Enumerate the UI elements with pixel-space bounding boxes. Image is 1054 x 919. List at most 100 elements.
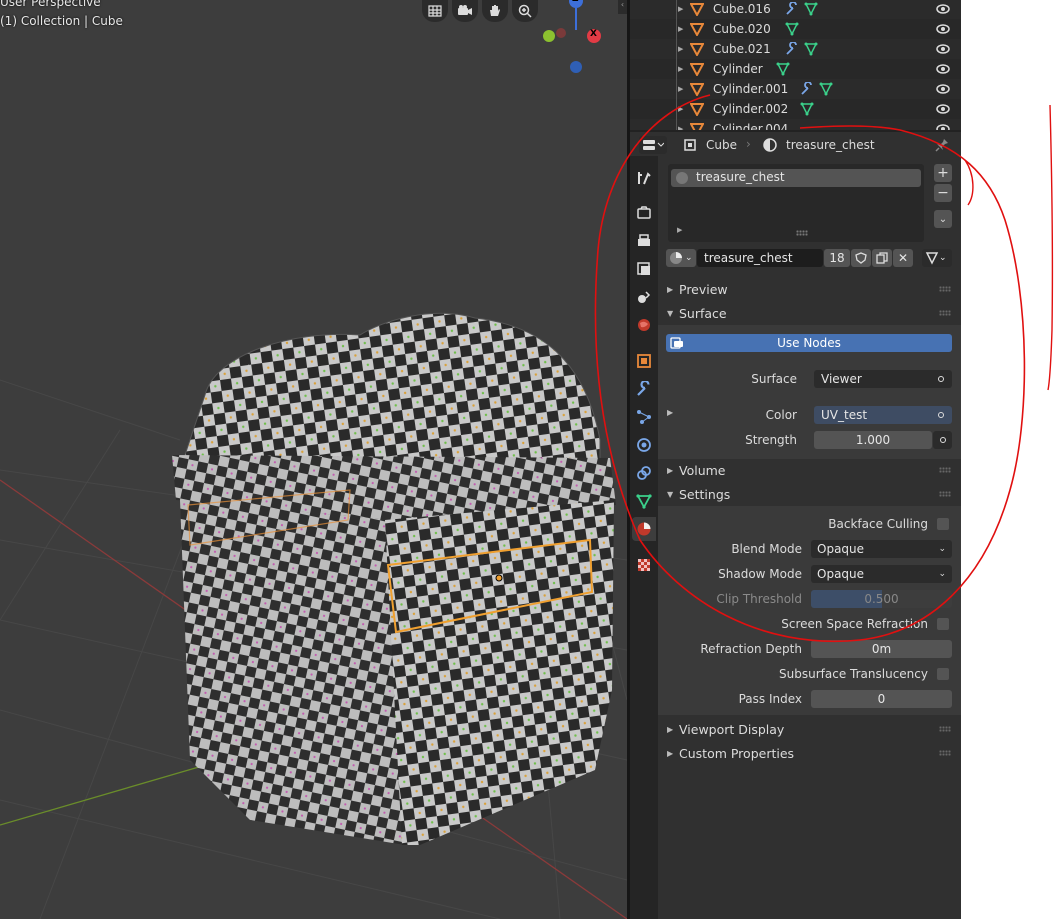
mesh-data-icon[interactable]	[800, 102, 814, 116]
wrench-modifier-icon[interactable]	[785, 42, 799, 56]
gizmo-x-axis[interactable]: X	[587, 29, 601, 43]
outliner-row[interactable]: ▶ Cylinder	[630, 59, 961, 79]
visibility-eye-icon[interactable]	[936, 62, 950, 76]
remove-slot-button[interactable]: −	[934, 184, 952, 202]
panel-drag-grip[interactable]	[939, 286, 951, 292]
panel-title: Surface	[679, 305, 727, 321]
material-name-field[interactable]: treasure_chest	[697, 249, 823, 267]
mesh-data-icon[interactable]	[804, 2, 818, 16]
gizmo-y-axis[interactable]	[543, 30, 555, 42]
tab-output[interactable]	[632, 229, 656, 253]
mesh-data-icon[interactable]	[776, 62, 790, 76]
surface-shader-selector[interactable]: Viewer	[814, 370, 952, 388]
tab-texture[interactable]	[632, 553, 656, 577]
tab-view-layer[interactable]	[632, 257, 656, 281]
outliner-row[interactable]: ▶ Cylinder.001	[630, 79, 961, 99]
3d-viewport[interactable]: User Perspective (1) Collection | Cube Z…	[0, 0, 627, 919]
outliner[interactable]: ▶ Cube.016 ▶ Cube.020 ▶ Cube.021 ▶ Cylin…	[630, 0, 961, 130]
link-mode-button[interactable]: ⌄	[922, 249, 952, 267]
duplicate-material-button[interactable]	[872, 249, 892, 267]
mesh-data-icon[interactable]	[804, 42, 818, 56]
wrench-modifier-icon[interactable]	[785, 2, 799, 16]
backface-culling-checkbox[interactable]	[937, 518, 949, 530]
panel-volume[interactable]: ▶ Volume	[658, 458, 961, 482]
socket-dot-icon	[939, 437, 946, 443]
slot-specials-button[interactable]: ⌄	[934, 210, 952, 228]
tab-constraints[interactable]	[632, 461, 656, 485]
panel-preview[interactable]: ▶ Preview	[658, 277, 961, 301]
panel-drag-grip[interactable]	[939, 491, 951, 497]
fake-user-button[interactable]	[851, 249, 871, 267]
color-expand-arrow[interactable]: ▶	[667, 408, 673, 417]
mesh-data-icon	[636, 494, 652, 509]
outliner-row[interactable]: ▶ Cylinder.004	[630, 119, 961, 130]
outliner-item-name: Cylinder.001	[713, 82, 789, 96]
ssr-checkbox[interactable]	[937, 618, 949, 630]
material-slot-list[interactable]: treasure_chest ▶	[668, 164, 924, 242]
tab-object[interactable]	[632, 349, 656, 373]
tab-world[interactable]	[632, 313, 656, 337]
surface-shader-label: Surface	[751, 372, 797, 386]
color-input-selector[interactable]: UV_test	[814, 406, 952, 424]
shadow-mode-dropdown[interactable]: Opaque ⌄	[811, 565, 952, 583]
outliner-item-name: Cube.021	[713, 42, 771, 56]
panel-drag-grip[interactable]	[939, 750, 951, 756]
pin-icon[interactable]	[935, 138, 949, 152]
tab-particles[interactable]	[632, 405, 656, 429]
panel-settings[interactable]: ▼ Settings	[658, 482, 961, 506]
subsurface-translucency-checkbox[interactable]	[937, 668, 949, 680]
strength-socket-button[interactable]	[933, 431, 952, 449]
outliner-row[interactable]: ▶ Cube.016	[630, 0, 961, 19]
strength-field[interactable]: 1.000	[814, 431, 932, 449]
panel-viewport-display[interactable]: ▶ Viewport Display	[658, 717, 961, 741]
gizmo-neg-x-axis[interactable]	[556, 28, 566, 38]
tab-modifiers[interactable]	[632, 377, 656, 401]
wrench-modifier-icon[interactable]	[800, 82, 814, 96]
pass-index-field[interactable]: 0	[811, 690, 952, 708]
material-users-count[interactable]: 18	[824, 249, 850, 267]
camera-icon[interactable]	[452, 0, 478, 22]
outliner-row[interactable]: ▶ Cylinder.002	[630, 99, 961, 119]
tab-scene[interactable]	[632, 285, 656, 309]
visibility-eye-icon[interactable]	[936, 2, 950, 16]
grid-view-icon[interactable]	[422, 0, 448, 22]
panel-drag-grip[interactable]	[939, 726, 951, 732]
blend-mode-dropdown[interactable]: Opaque ⌄	[811, 540, 952, 558]
use-nodes-button[interactable]: Use Nodes	[666, 334, 952, 352]
sidebar-toggle[interactable]: ‹	[618, 0, 627, 14]
add-slot-button[interactable]: +	[934, 164, 952, 182]
list-expand-arrow[interactable]: ▶	[677, 226, 682, 234]
tab-render[interactable]	[632, 201, 656, 225]
tab-tool[interactable]	[632, 166, 656, 190]
refraction-depth-field[interactable]: 0m	[811, 640, 952, 658]
hand-pan-icon[interactable]	[482, 0, 508, 22]
tab-physics[interactable]	[632, 433, 656, 457]
outliner-row[interactable]: ▶ Cube.020	[630, 19, 961, 39]
zoom-icon[interactable]	[512, 0, 538, 22]
outliner-row[interactable]: ▶ Cube.021	[630, 39, 961, 59]
tab-material[interactable]	[632, 517, 656, 541]
material-slot-item[interactable]: treasure_chest	[671, 169, 921, 187]
panel-surface[interactable]: ▼ Surface	[658, 301, 961, 325]
subsurface-translucency-label: Subsurface Translucency	[779, 667, 928, 681]
panel-drag-grip[interactable]	[939, 467, 951, 473]
unlink-material-button[interactable]: ✕	[893, 249, 913, 267]
mesh-data-icon[interactable]	[819, 82, 833, 96]
material-browse-button[interactable]: ⌄	[666, 249, 696, 267]
backface-culling-label: Backface Culling	[828, 517, 928, 531]
visibility-eye-icon[interactable]	[936, 42, 950, 56]
visibility-eye-icon[interactable]	[936, 102, 950, 116]
gizmo-neg-z-axis[interactable]	[570, 61, 582, 73]
editor-type-button[interactable]	[639, 136, 667, 154]
properties-editor[interactable]: Cube › treasure_chest treasure_chest ▶ +…	[630, 130, 961, 919]
properties-header: Cube › treasure_chest	[630, 130, 961, 156]
tab-mesh-data[interactable]	[632, 489, 656, 513]
list-resize-grip[interactable]	[796, 230, 808, 236]
clip-threshold-slider[interactable]: 0.500	[811, 590, 952, 608]
visibility-eye-icon[interactable]	[936, 22, 950, 36]
visibility-eye-icon[interactable]	[936, 122, 950, 130]
visibility-eye-icon[interactable]	[936, 82, 950, 96]
mesh-data-icon[interactable]	[785, 22, 799, 36]
panel-custom-properties[interactable]: ▶ Custom Properties	[658, 741, 961, 765]
panel-drag-grip[interactable]	[939, 310, 951, 316]
